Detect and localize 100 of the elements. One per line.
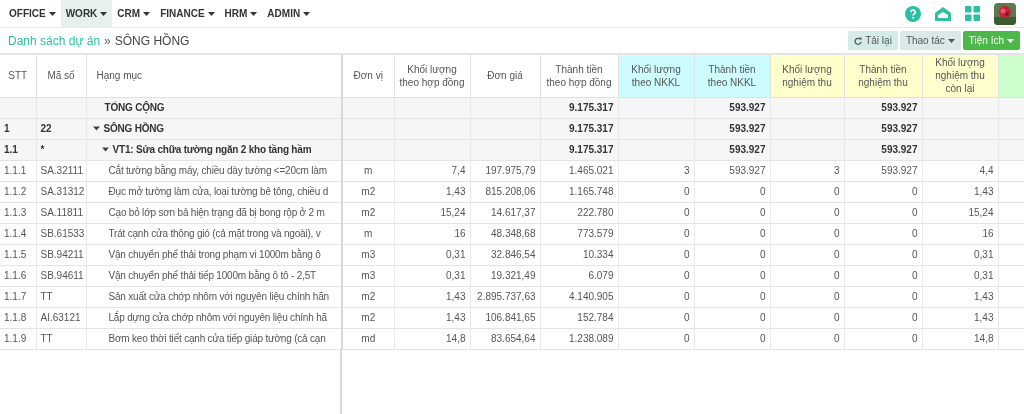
price-cell: 815.208,06 [485,186,536,197]
column-header: Khối lượng nghiệm thu [770,55,844,97]
code-cell: SA.11811 [40,207,83,218]
quantity-cell: 0 [833,291,840,302]
item-name: Cắt tường bằng máy, chiều dày tường <=20cm làm [108,163,327,178]
amount-cell: 0 [911,291,918,302]
quantity-cell: 7,4 [451,165,466,176]
actions-button[interactable]: Thao tác [899,31,961,50]
amount-cell: 0 [759,333,766,344]
quantity-cell: 0 [683,186,690,197]
amount-cell: 593.927 [729,123,766,134]
total-label: TỔNG CỘNG [104,100,165,115]
caret-icon [143,11,151,16]
quantity-cell: 1,43 [974,312,994,323]
caret-icon [100,11,108,16]
unit-cell: m [364,228,373,239]
amount-cell: 0 [759,249,766,260]
amount-cell: 593.927 [729,165,766,176]
amount-cell: 6.079 [588,270,614,281]
row-number: 1.1.5 [4,249,27,260]
quantity-cell: 3 [833,165,840,176]
quantity-cell: 0 [683,207,690,218]
reload-button[interactable]: Tải lại [848,31,898,50]
quantity-cell: 0,31 [974,270,994,281]
amount-cell: 0 [759,270,766,281]
column-header: Khối lượng theo NKKL [618,55,694,97]
column-header: Khối lượng theo hợp đồng [394,55,470,97]
amount-cell: 0 [759,186,766,197]
amount-cell: 773.579 [577,228,614,239]
unit-cell: m3 [361,270,376,281]
quantity-cell: 1,43 [446,312,466,323]
amount-cell: 0 [759,228,766,239]
unit-cell: m2 [361,312,376,323]
item-name: Bơm keo thời tiết cạnh cửa tiếp giáp tường (cả cạn [108,332,326,346]
quantity-cell: 16 [454,228,466,239]
quantity-cell: 0 [683,249,690,260]
quantity-cell: 15,24 [440,207,466,218]
refresh-icon [854,36,863,45]
price-cell: 48.348,68 [491,228,536,239]
column-header: STT [0,55,36,97]
amount-cell: 1.465.021 [569,165,614,176]
caret-icon [303,11,311,16]
collapse-caret-icon[interactable] [92,125,100,132]
row-number: 1.1.4 [4,228,27,239]
group-name: VT1: Sửa chữa tường ngăn 2 kho tầng hầm [112,143,312,157]
code-cell: SB.61533 [40,228,85,239]
unit-cell: m2 [361,291,376,302]
collapse-caret-icon[interactable] [101,146,109,153]
amount-cell: 0 [911,333,918,344]
code-cell: TT [40,333,53,344]
quantity-cell: 0 [833,186,840,197]
code-cell: 22 [40,123,52,134]
unit-cell: m2 [361,207,376,218]
price-cell: 32.846,54 [491,249,536,260]
unit-cell: m3 [361,249,376,260]
quantity-cell: 0 [683,270,690,281]
caret-icon [1007,38,1014,43]
amount-cell: 593.927 [881,123,918,134]
code-cell: SA.31312 [40,186,85,197]
unit-cell: m2 [361,186,376,197]
caret-icon [250,11,258,16]
item-name: Đục mở tường làm cửa, loại tường bê tông, chiều d [108,185,328,199]
amount-cell: 4.140.905 [569,291,614,302]
amount-cell: 593.927 [881,102,918,113]
group-name: SÔNG HỒNG [103,121,164,136]
amount-cell: 222.780 [577,207,614,218]
caret-icon [207,11,215,16]
item-name: Lắp dựng cửa chớp nhôm với nguyên liệu chính hã [108,310,327,325]
row-number: 1 [4,123,10,134]
quantity-cell: 4,4 [979,165,994,176]
menu-tab[interactable]: WORK [60,0,113,27]
caret-icon [947,38,955,43]
quantity-cell: 0 [833,228,840,239]
price-cell: 2.895.737,63 [477,291,536,302]
amount-cell: 593.927 [729,102,766,113]
amount-cell: 0 [759,291,766,302]
amount-cell: 0 [911,270,918,281]
row-number: 1.1.1 [4,165,27,176]
breadcrumb-separator: » [104,32,111,50]
amount-cell: 0 [911,228,918,239]
quantity-cell: 15,24 [968,207,994,218]
code-cell: * [40,144,45,155]
amount-cell: 0 [911,207,918,218]
item-name: Sản xuất cửa chớp nhôm với nguyên liệu chính hãn [108,290,329,304]
column-header: Khối lượng nghiệm thu còn lại [922,55,998,97]
quantity-cell: 0 [683,291,690,302]
quantity-cell: 0,31 [446,270,466,281]
amount-cell: 1.238.089 [569,333,614,344]
row-number: 1.1.6 [4,270,27,281]
item-name: Vận chuyển phế thải tiếp 1000m bằng ô tô - 2,5T [108,268,316,283]
amount-cell: 0 [759,207,766,218]
row-number: 1.1.8 [4,312,27,323]
price-cell: 83.654,64 [491,333,536,344]
amount-cell: 593.927 [729,144,766,155]
row-number: 1.1.3 [4,207,27,218]
amount-cell: 9.175.317 [569,123,614,134]
quantity-cell: 0,31 [446,249,466,260]
code-cell: SB.94211 [40,249,84,260]
unit-cell: m [364,165,373,176]
column-header: Thành tiền theo hợp đồng [540,55,618,97]
